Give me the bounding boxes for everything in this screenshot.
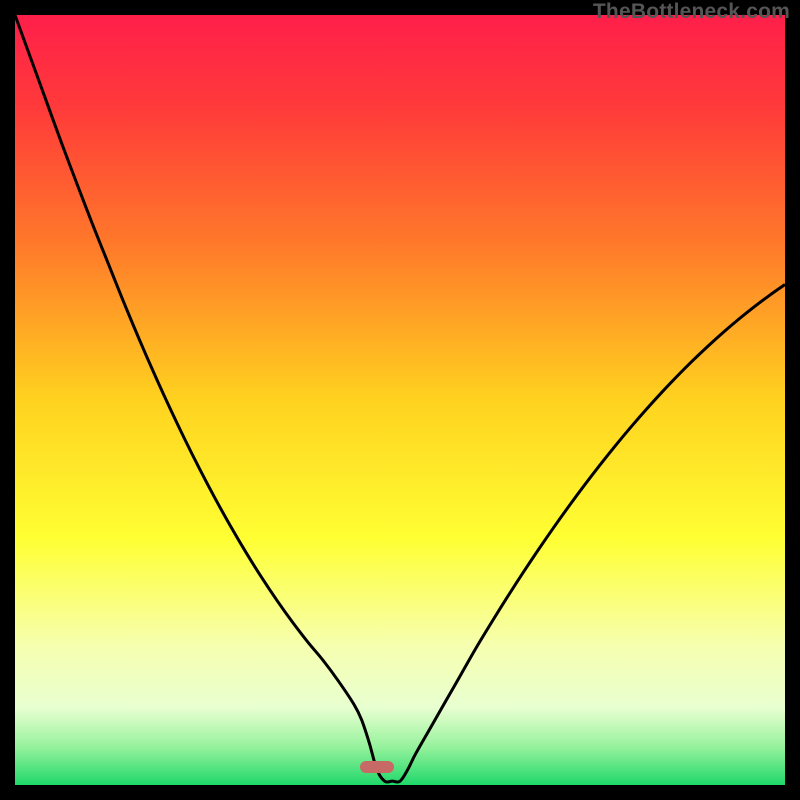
chart-frame: TheBottleneck.com <box>0 0 800 800</box>
optimal-marker <box>360 761 395 773</box>
watermark-text: TheBottleneck.com <box>593 0 790 24</box>
chart-plot-area <box>15 15 785 785</box>
